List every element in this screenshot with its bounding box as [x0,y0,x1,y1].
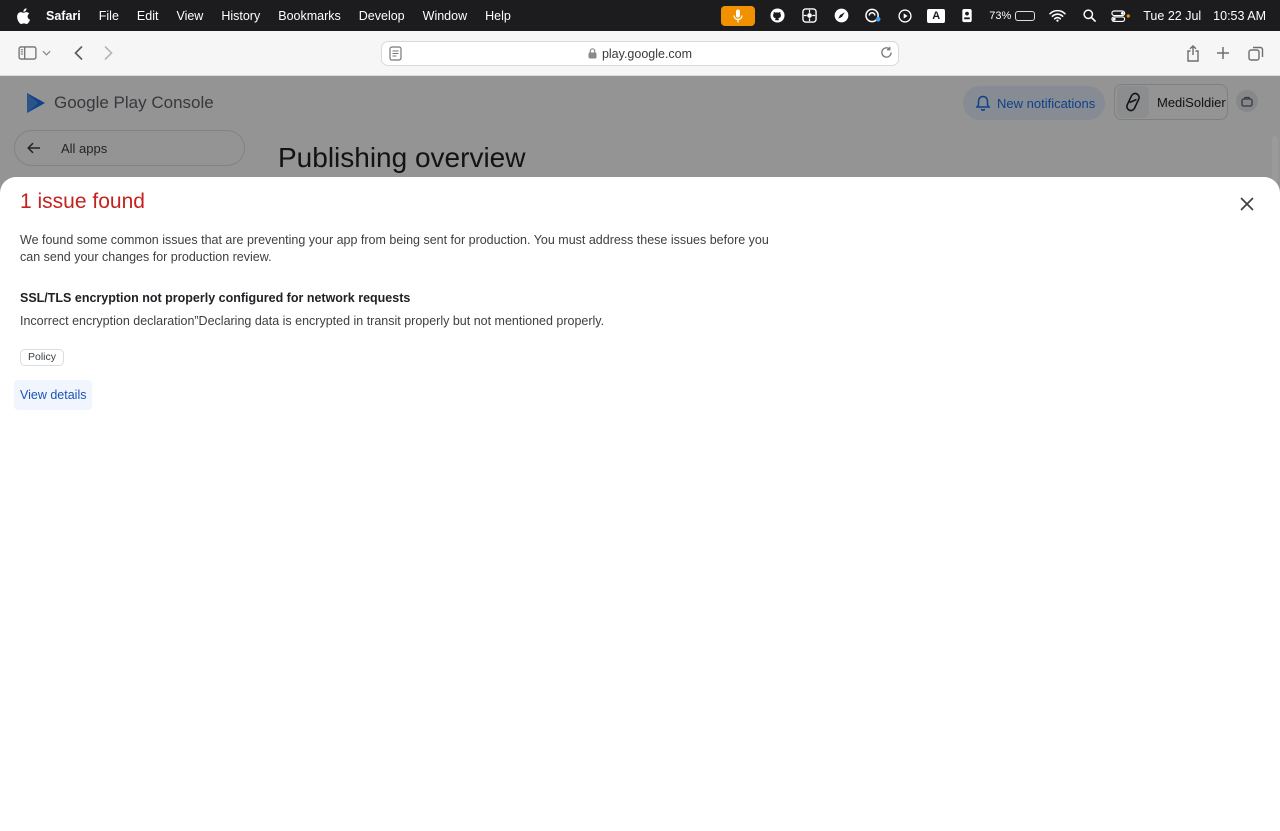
menu-history[interactable]: History [221,9,260,23]
issue-description: Incorrect encryption declaration”Declari… [20,314,605,328]
dialog-description: We found some common issues that are pre… [20,233,769,264]
page-scrollbar[interactable] [1272,136,1278,182]
lock-icon [588,48,597,59]
policy-tag: Policy [20,349,65,366]
menu-edit[interactable]: Edit [137,9,159,23]
github-icon[interactable] [767,8,787,24]
browser-toolbar: play.google.com [0,31,1280,76]
cloud-sync-icon[interactable] [863,8,883,24]
address-bar[interactable]: play.google.com [381,41,899,66]
menu-window[interactable]: Window [423,9,467,23]
menu-bookmarks[interactable]: Bookmarks [278,9,341,23]
menu-date[interactable]: Tue 22 Jul [1143,9,1201,23]
wifi-icon[interactable] [1047,8,1067,24]
macos-menu-bar: Safari File Edit View History Bookmarks … [0,0,1280,31]
sidebar-toggle-icon[interactable] [16,43,38,63]
view-details-button[interactable]: View details [14,380,93,410]
dialog-title: 1 issue found [20,190,145,213]
battery-status[interactable]: 73% [989,9,1036,22]
menu-view[interactable]: View [176,9,203,23]
control-center-icon[interactable] [1111,8,1131,24]
menu-time[interactable]: 10:53 AM [1213,9,1266,23]
menu-help[interactable]: Help [485,9,511,23]
input-source-icon[interactable]: A [927,8,946,23]
forward-arrow-icon[interactable] [97,43,119,63]
new-tab-icon[interactable] [1212,43,1234,63]
close-button[interactable] [1236,193,1258,215]
grid-app-icon[interactable] [799,8,819,24]
rocket-icon[interactable] [831,8,851,24]
url-text[interactable]: play.google.com [602,47,692,61]
reload-icon[interactable] [880,46,893,62]
spotlight-search-icon[interactable] [1079,8,1099,24]
apple-menu-icon[interactable] [16,7,34,24]
menu-file[interactable]: File [99,9,119,23]
microphone-icon[interactable] [721,5,756,26]
id-card-icon[interactable] [957,8,977,24]
chevron-down-icon[interactable] [39,43,53,63]
battery-icon [1015,10,1036,21]
issues-dialog: 1 issue found We found some common issue… [0,177,1280,831]
menu-app-name[interactable]: Safari [46,9,81,23]
back-arrow-icon[interactable] [67,43,89,63]
tab-overview-icon[interactable] [1245,43,1267,63]
battery-percent: 73% [989,9,1012,22]
close-icon [1240,197,1254,211]
menu-develop[interactable]: Develop [359,9,405,23]
issue-title: SSL/TLS encryption not properly configur… [20,291,411,305]
play-icon[interactable] [895,8,915,24]
page-settings-icon[interactable] [389,46,402,64]
share-icon[interactable] [1182,43,1204,63]
